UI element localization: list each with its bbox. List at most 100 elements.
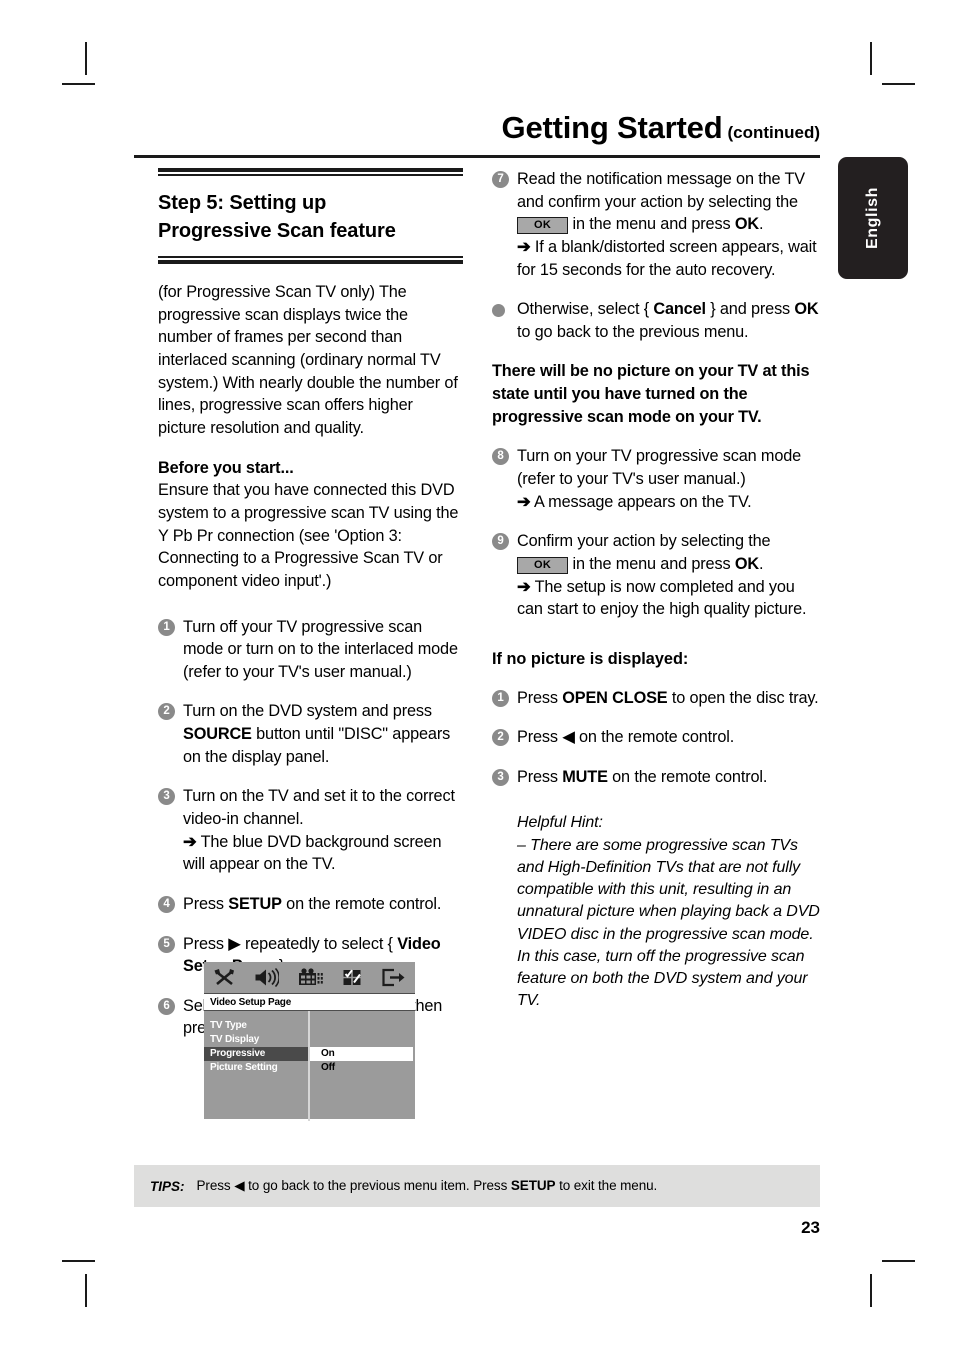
osd-icon-bar: [204, 962, 415, 993]
bullet-icon: [492, 304, 505, 318]
step-number-badge: 3: [492, 768, 509, 786]
right-steps-list-2: 8 Turn on your TV progressive scan mode …: [492, 445, 822, 620]
language-tab-label: English: [864, 187, 881, 249]
section-title-line-2: Progressive Scan feature: [158, 219, 396, 242]
crop-mark-bottom-right-vertical: [870, 1274, 872, 1307]
key-ok: OK: [734, 554, 759, 573]
osd-item-tv-type[interactable]: TV Type: [204, 1019, 308, 1033]
list-item: 9 Confirm your action by selecting the O…: [492, 530, 822, 621]
before-you-start-block: Before you start... Ensure that you have…: [158, 457, 463, 593]
no-picture-heading: If no picture is displayed:: [492, 649, 689, 668]
step-number-badge: 3: [158, 788, 175, 806]
tips-label: TIPS:: [150, 1178, 185, 1194]
page-title-continued: (continued): [727, 123, 820, 142]
arrow-icon: ➔: [517, 492, 531, 511]
step-result-text: A message appears on the TV.: [533, 492, 752, 511]
step-number-badge: 8: [492, 448, 509, 466]
step-number-badge: 7: [492, 171, 509, 188]
key-open-close: OPEN CLOSE: [562, 688, 668, 707]
osd-screenshot: Video Setup Page TV Type TV Display Prog…: [204, 962, 415, 1121]
step-number-badge: 2: [158, 703, 175, 721]
step-text: Press OPEN CLOSE to open the disc tray.: [517, 688, 819, 707]
step-text: Turn on your TV progressive scan mode (r…: [517, 447, 802, 489]
before-you-start-heading: Before you start...: [158, 458, 294, 477]
helpful-hint-title: Helpful Hint:: [517, 814, 603, 832]
key-setup: SETUP: [228, 894, 282, 913]
osd-value-off[interactable]: Off: [310, 1061, 415, 1075]
film-icon: [297, 968, 324, 987]
step-number-badge: 1: [158, 618, 175, 636]
right-steps-list: 7 Read the notification message on the T…: [492, 168, 822, 343]
preference-icon: [342, 968, 363, 987]
tools-icon: [213, 968, 236, 987]
left-arrow-icon: ◀: [234, 1178, 245, 1193]
ok-chip-icon: OK: [517, 556, 569, 574]
osd-title: Video Setup Page: [210, 996, 292, 1008]
speaker-icon: [254, 968, 279, 987]
osd-item-tv-display[interactable]: TV Display: [204, 1033, 308, 1047]
osd-title-bar: Video Setup Page: [204, 993, 415, 1011]
list-item: Otherwise, select { Cancel } and press O…: [492, 298, 822, 343]
step-text: Press SETUP on the remote control.: [183, 894, 442, 913]
step-number-badge: 9: [492, 533, 509, 551]
tips-text-part-2: to go back to the previous menu item. Pr…: [248, 1178, 508, 1193]
step-number-badge: 6: [158, 997, 175, 1015]
key-mute: MUTE: [562, 767, 608, 786]
crop-mark-bottom-left-vertical: [85, 1274, 87, 1307]
step-text: Otherwise, select { Cancel } and press O…: [517, 300, 819, 341]
step-result-text: The blue DVD background screen will appe…: [183, 832, 442, 874]
step-text-continued: in the menu and press OK.: [572, 215, 764, 234]
osd-value-on[interactable]: On: [310, 1047, 413, 1061]
section-rule-top: [158, 168, 463, 176]
tips-text-part-3: to exit the menu.: [559, 1178, 658, 1193]
list-item: 7 Read the notification message on the T…: [492, 168, 822, 281]
language-tab: English: [838, 157, 908, 279]
exit-icon: [381, 968, 406, 987]
key-ok: OK: [734, 215, 759, 234]
ok-chip-icon: OK: [517, 217, 569, 235]
osd-item-picture-setting[interactable]: Picture Setting: [204, 1061, 308, 1075]
list-item: 2 Turn on the DVD system and press SOURC…: [158, 700, 463, 768]
menu-cancel: Cancel: [653, 300, 706, 319]
section-title-line-1: Step 5: Setting up: [158, 192, 327, 214]
crop-mark-bottom-right-horizontal: [882, 1260, 915, 1262]
notice-text: There will be no picture on your TV at t…: [492, 362, 810, 426]
intro-paragraph: (for Progressive Scan TV only) The progr…: [158, 283, 458, 438]
left-arrow-icon: ◀: [562, 728, 575, 747]
section-rule-bottom: [158, 256, 463, 265]
list-item: 8 Turn on your TV progressive scan mode …: [492, 445, 822, 513]
left-column: Step 5: Setting up Progressive Scan feat…: [158, 168, 463, 1040]
step-text: Read the notification message on the TV …: [517, 170, 805, 211]
section-title: Step 5: Setting up Progressive Scan feat…: [158, 190, 463, 245]
arrow-icon: ➔: [183, 832, 197, 851]
step-text: Turn on the TV and set it to the correct…: [183, 787, 455, 828]
step-text: Turn off your TV progressive scan mode o…: [183, 617, 458, 681]
tips-bar: TIPS: Press ◀ to go back to the previous…: [134, 1165, 820, 1207]
key-ok: OK: [794, 300, 819, 319]
before-you-start-text: Ensure that you have connected this DVD …: [158, 481, 459, 590]
disc-literal: "DISC": [338, 725, 388, 744]
osd-menu-list: TV Type TV Display Progressive Picture S…: [204, 1011, 310, 1121]
step-text-continued: in the menu and press OK.: [572, 554, 764, 573]
osd-value-list: On Off: [310, 1011, 415, 1121]
step-result-text: If a blank/distorted screen appears, wai…: [517, 237, 817, 279]
step-number-badge: 4: [158, 895, 175, 913]
step-text: Turn on the DVD system and press SOURCE …: [183, 702, 451, 766]
list-item: 1 Press OPEN CLOSE to open the disc tray…: [492, 687, 822, 710]
step-number-badge: 5: [158, 935, 175, 953]
step-text: Press MUTE on the remote control.: [517, 767, 768, 786]
crop-mark-bottom-left-horizontal: [62, 1260, 95, 1262]
osd-item-progressive[interactable]: Progressive: [204, 1047, 308, 1061]
step-number-badge: 1: [492, 689, 509, 707]
list-item: 1 Turn off your TV progressive scan mode…: [158, 616, 463, 684]
crop-mark-top-right-vertical: [870, 42, 872, 75]
tips-text: Press ◀ to go back to the previous menu …: [197, 1178, 658, 1194]
page-header: Getting Started (continued): [134, 112, 820, 143]
helpful-hint-body: – There are some progressive scan TVs an…: [517, 836, 820, 1010]
right-arrow-icon: ▶: [228, 934, 241, 953]
key-setup: SETUP: [510, 1178, 556, 1193]
step-number-badge: 2: [492, 729, 509, 747]
osd-body: TV Type TV Display Progressive Picture S…: [204, 1011, 415, 1121]
page-title: Getting Started: [501, 110, 723, 145]
step-text: Press ◀ on the remote control.: [517, 728, 735, 747]
